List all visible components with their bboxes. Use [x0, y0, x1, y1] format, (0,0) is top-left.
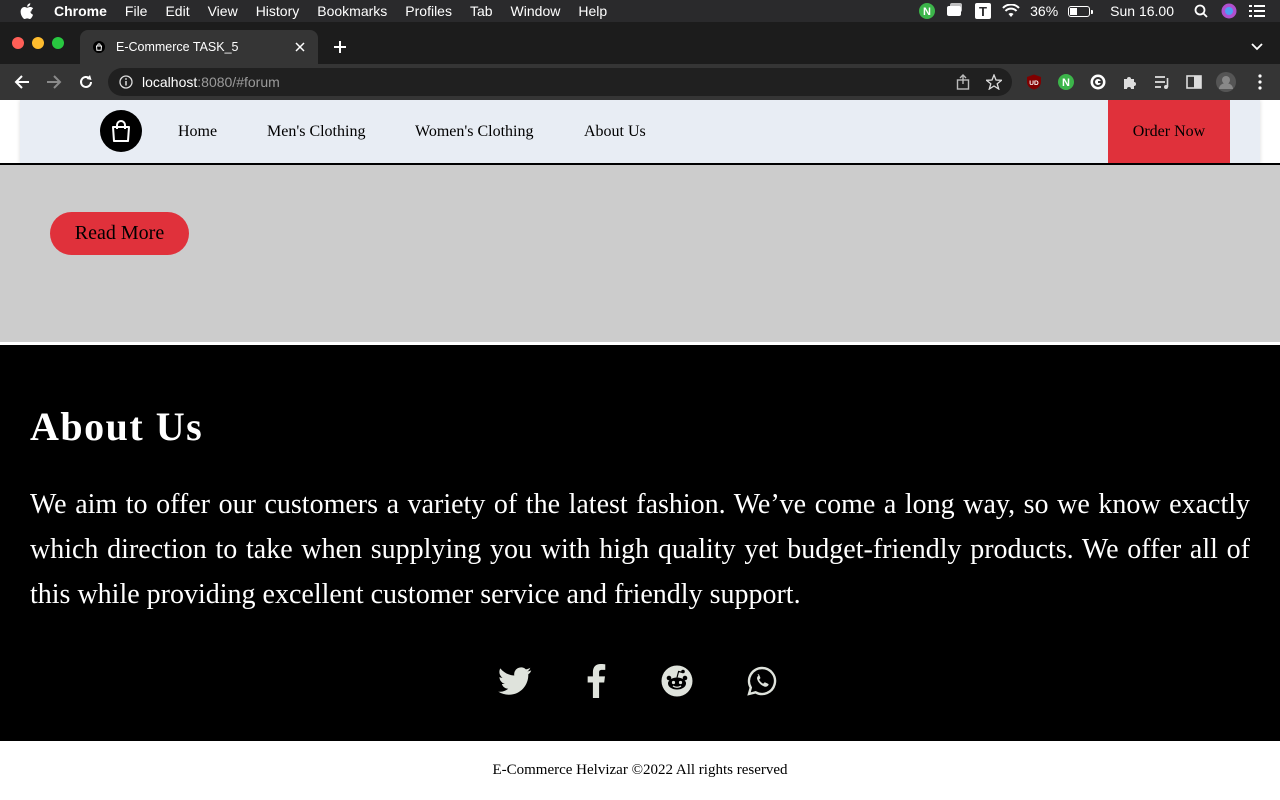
nav-link-about-us[interactable]: About Us [584, 123, 646, 141]
apple-icon[interactable] [20, 3, 36, 19]
siri-icon[interactable] [1220, 3, 1238, 19]
nordvpn-status-icon[interactable]: N [918, 3, 936, 19]
menu-edit[interactable]: Edit [165, 3, 189, 19]
about-us-section: About Us We aim to offer our customers a… [0, 345, 1280, 741]
notification-icon[interactable] [946, 3, 964, 19]
menu-view[interactable]: View [208, 3, 238, 19]
menu-file[interactable]: File [125, 3, 148, 19]
menu-window[interactable]: Window [511, 3, 561, 19]
svg-text:N: N [1062, 77, 1070, 89]
svg-text:T: T [979, 4, 987, 19]
side-panel-icon[interactable] [1184, 72, 1204, 92]
shopping-bag-logo-icon[interactable] [100, 110, 142, 152]
menu-app-name[interactable]: Chrome [54, 3, 107, 19]
nordvpn-extension-icon[interactable]: N [1056, 72, 1076, 92]
clock[interactable]: Sun 16.00 [1110, 3, 1174, 19]
about-us-heading: About Us [30, 404, 204, 449]
menu-bookmarks[interactable]: Bookmarks [317, 3, 387, 19]
page-footer: E-Commerce Helvizar ©2022 All rights res… [0, 741, 1280, 800]
browser-tab-strip: E-Commerce TASK_5 [0, 22, 1280, 64]
order-now-button[interactable]: Order Now [1108, 100, 1230, 163]
share-icon[interactable] [956, 74, 972, 90]
read-more-button[interactable]: Read More [50, 212, 189, 255]
tab-search-chevron-icon[interactable] [1250, 39, 1266, 55]
grammarly-extension-icon[interactable] [1088, 72, 1108, 92]
social-links [0, 663, 1280, 699]
puzzle-extensions-icon[interactable] [1120, 72, 1140, 92]
battery-icon[interactable] [1068, 5, 1094, 17]
menu-history[interactable]: History [256, 3, 300, 19]
svg-text:N: N [923, 6, 931, 18]
browser-tab[interactable]: E-Commerce TASK_5 [80, 30, 318, 64]
kebab-menu-icon[interactable] [1250, 72, 1270, 92]
svg-text:UD: UD [1029, 80, 1039, 87]
battery-percent: 36% [1030, 3, 1059, 19]
text-tool-icon[interactable]: T [974, 3, 992, 19]
new-tab-plus-icon[interactable] [330, 37, 350, 57]
reading-list-icon[interactable] [1152, 72, 1172, 92]
forward-arrow-icon[interactable] [44, 72, 64, 92]
nav-link-mens-clothing[interactable]: Men's Clothing [267, 123, 365, 141]
url-path: :8080/#forum [197, 74, 280, 90]
window-close-button[interactable] [12, 37, 24, 49]
nav-link-home[interactable]: Home [178, 123, 217, 141]
about-us-text: We aim to offer our customers a variety … [30, 489, 1250, 610]
reload-icon[interactable] [76, 72, 96, 92]
address-bar[interactable]: localhost:8080/#forum [108, 68, 1012, 96]
menu-help[interactable]: Help [578, 3, 607, 19]
url-host: localhost [142, 74, 198, 90]
nav-link-womens-clothing[interactable]: Women's Clothing [415, 123, 533, 141]
twitter-icon[interactable] [497, 663, 533, 699]
tab-title: E-Commerce TASK_5 [116, 40, 239, 54]
status-area: N T 36% Sun 16.00 [918, 0, 1266, 22]
macos-menu-bar: Chrome File Edit View History Bookmarks … [0, 0, 1280, 22]
spotlight-search-icon[interactable] [1192, 3, 1210, 19]
content-section: Read More [0, 165, 1280, 342]
battery-level-fill [1070, 7, 1078, 15]
profile-avatar[interactable] [1216, 72, 1236, 92]
browser-toolbar: localhost:8080/#forum UD N [0, 64, 1280, 100]
back-arrow-icon[interactable] [12, 72, 32, 92]
footer-copyright: E-Commerce Helvizar ©2022 All rights res… [492, 762, 788, 778]
page-viewport: satisfaction. Guaranteed for quality, wi… [0, 100, 1280, 800]
whatsapp-icon[interactable] [744, 663, 780, 699]
bookmark-star-icon[interactable] [984, 73, 1004, 91]
menu-profiles[interactable]: Profiles [405, 3, 452, 19]
site-info-icon[interactable] [118, 74, 134, 90]
shopping-bag-favicon-icon [92, 40, 106, 54]
site-navbar: Home Men's Clothing Women's Clothing Abo… [20, 100, 1260, 163]
reddit-icon[interactable] [659, 663, 695, 699]
facebook-icon[interactable] [578, 663, 614, 699]
window-minimize-button[interactable] [32, 37, 44, 49]
tab-close-icon[interactable] [292, 39, 308, 55]
control-center-icon[interactable] [1248, 3, 1266, 19]
wifi-icon[interactable] [1002, 3, 1020, 19]
menu-tab[interactable]: Tab [470, 3, 493, 19]
window-maximize-button[interactable] [52, 37, 64, 49]
ublock-extension-icon[interactable]: UD [1024, 72, 1044, 92]
